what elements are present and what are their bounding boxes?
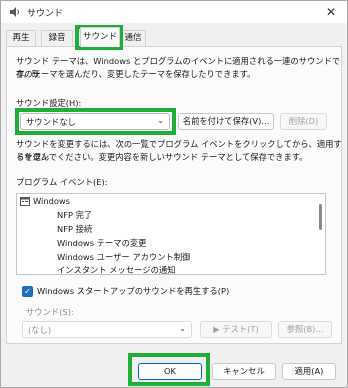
tab-sounds[interactable]: サウンド [80,27,120,47]
ok-button[interactable]: OK [138,363,202,380]
tab-strip: 再生 録音 サウンド 通信 [1,27,347,47]
speaker-icon [10,7,19,17]
sound-dialog: サウンド ✕ 再生 録音 サウンド 通信 サウンド テーマは、Windows と… [0,0,348,388]
chevron-down-icon: ⌄ [157,116,164,125]
delete-button[interactable]: 削除(D) [280,113,327,130]
list-group-label: Windows [33,196,71,206]
instructions-line-2: ドを選んでください。変更内容を新しいサウンド テーマとして保存できます。 [16,152,308,162]
tab-recording[interactable]: 録音 [41,30,73,46]
sound-scheme-value: サウンドなし [26,117,76,127]
title-bar: サウンド ✕ [1,1,347,23]
cancel-button[interactable]: キャンセル [212,363,276,380]
save-as-button[interactable]: 名前を付けて保存(V)... [178,113,274,130]
sound-scheme-dropdown[interactable]: サウンドなし ⌄ [20,113,170,130]
window-title: サウンド [27,9,64,19]
list-item[interactable]: NFP 完了 [57,209,92,222]
list-scrollbar[interactable] [319,204,322,230]
list-item[interactable]: Windows ユーザー アカウント制御 [57,251,190,264]
list-item[interactable]: NFP 接続 [57,223,92,236]
program-events-label: プログラム イベント(E): [16,177,108,187]
sound-dropdown[interactable]: (なし) ⌄ [22,321,192,338]
chevron-down-icon: ⌄ [179,324,186,333]
list-item[interactable]: Windows テーマの変更 [57,237,146,250]
description-line-2: 存のテーマを選んだり、変更したテーマを保存したりできます。 [16,69,256,79]
list-item[interactable]: インスタント メッセージの通知 [57,264,175,274]
startup-sound-checkbox[interactable]: ✓ [22,286,33,297]
apply-button[interactable]: 適用(A) [282,363,336,380]
sound-scheme-label: サウンド設定(H): [16,98,82,108]
tab-communications[interactable]: 通信 [120,30,146,46]
program-events-list[interactable]: Windows NFP 完了 NFP 接続 Windows テーマの変更 Win… [16,193,326,275]
close-icon[interactable]: ✕ [321,3,341,21]
sound-label: サウンド(S): [26,307,74,317]
window-icon [20,197,30,206]
browse-button[interactable]: 参照(B)... [278,321,332,338]
tab-playback[interactable]: 再生 [6,30,36,46]
sound-value: (なし) [28,325,52,335]
test-button[interactable]: ▶ テスト(T) [200,321,272,338]
startup-sound-label: Windows スタートアップのサウンドを再生する(P) [37,286,230,296]
